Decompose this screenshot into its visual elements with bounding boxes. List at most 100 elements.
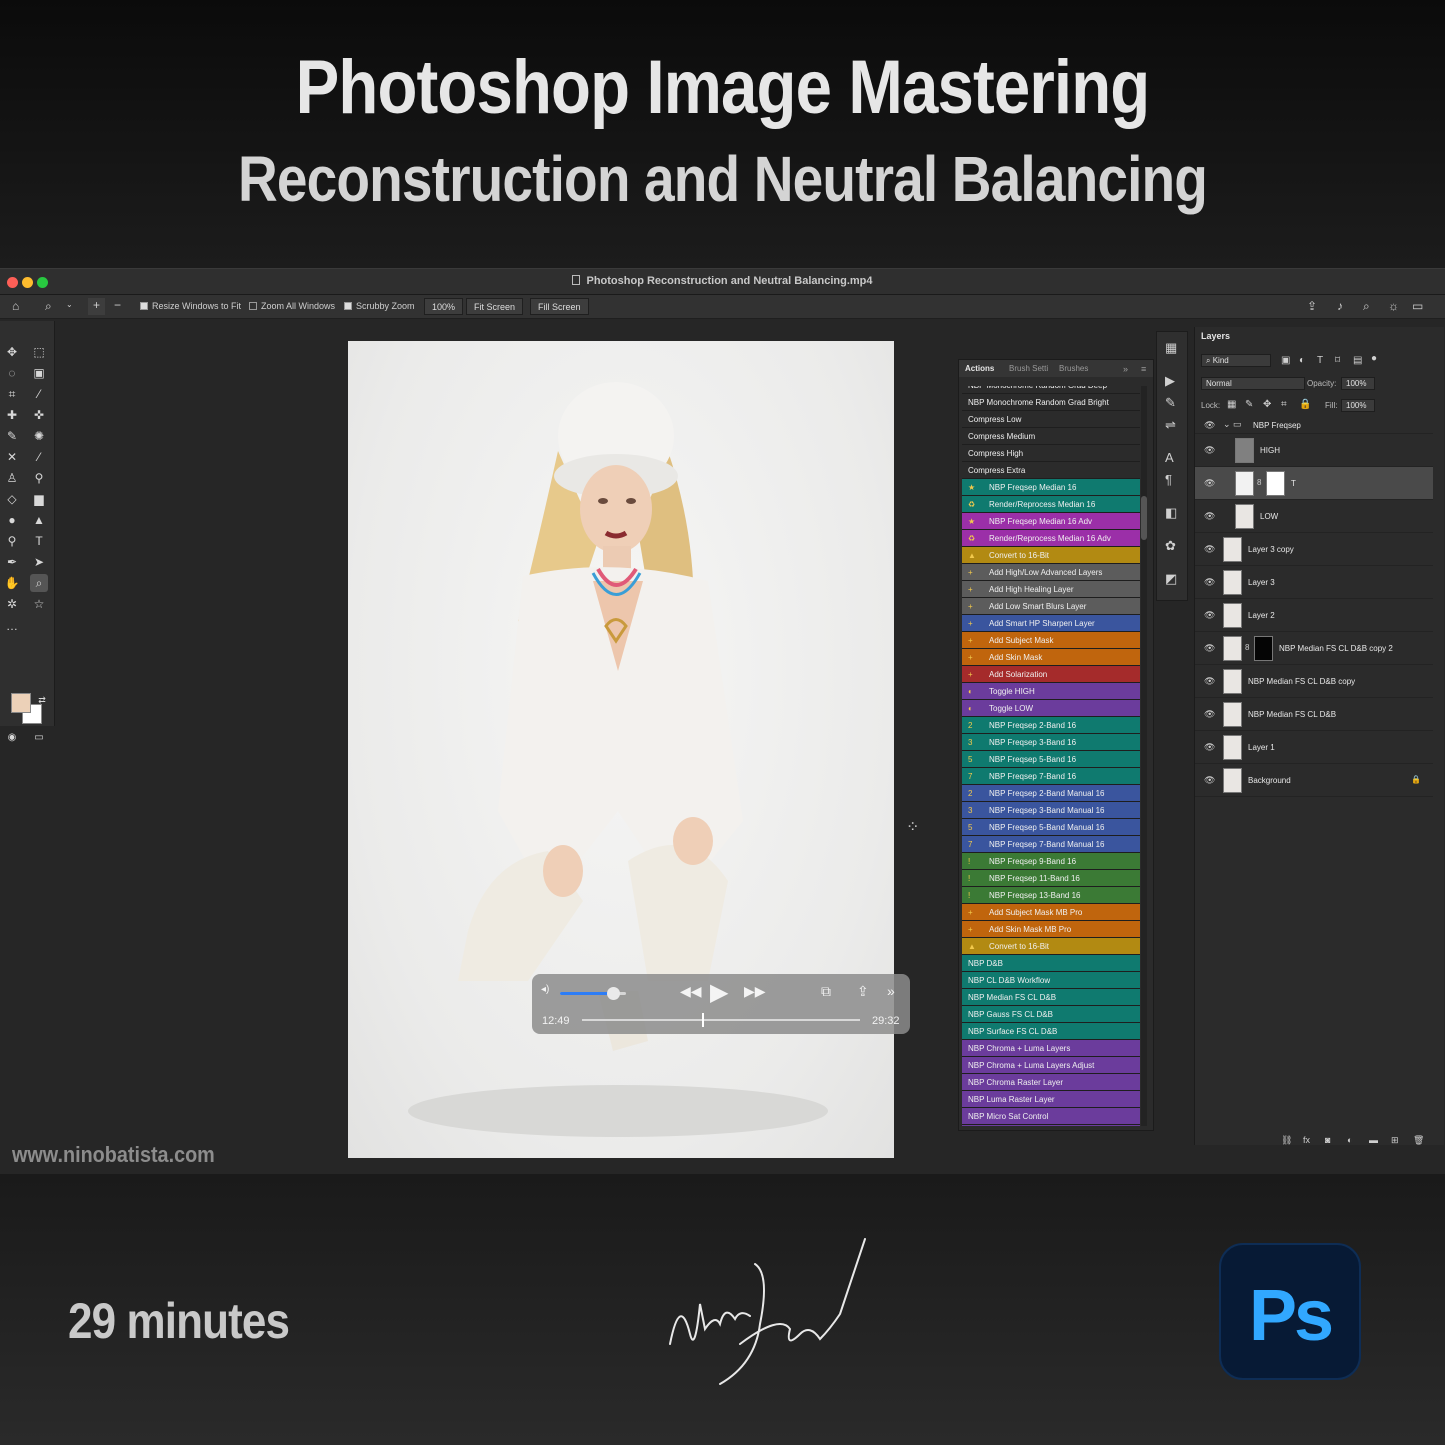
object-select-icon[interactable]: ▣ [30,364,48,382]
canvas-image[interactable] [348,341,894,1158]
visibility-eye-icon[interactable]: 👁 [1204,478,1215,489]
volume-icon[interactable]: ◂) [541,984,549,995]
blend-mode-select[interactable]: Normal [1201,377,1305,390]
visibility-eye-icon[interactable]: 👁 [1204,775,1215,786]
visibility-eye-icon[interactable]: 👁 [1204,420,1215,431]
more-icon[interactable]: » [887,983,895,999]
action-item[interactable]: NBP Chroma Sat Mask Sel [962,1125,1140,1126]
lasso-tool-icon[interactable]: ◌ [3,364,21,382]
filter-toggle-icon[interactable]: ● [1371,353,1377,364]
lock-all-icon[interactable]: 🔒 [1299,399,1311,410]
visibility-eye-icon[interactable]: 👁 [1204,709,1215,720]
visibility-eye-icon[interactable]: 👁 [1204,676,1215,687]
layer-row[interactable]: 👁 ⌄ ▭ NBP Freqsep [1195,417,1433,434]
type-tool-icon[interactable]: T [30,532,48,550]
layer-thumbnail[interactable] [1223,768,1242,793]
new-group-icon[interactable]: ▬ [1369,1135,1378,1145]
action-item[interactable]: NBP CL D&B Workflow [962,972,1140,989]
layer-row[interactable]: 👁 Layer 1 [1195,731,1433,764]
fill-screen-button[interactable]: Fill Screen [530,298,589,315]
visibility-eye-icon[interactable]: 👁 [1204,511,1215,522]
action-item[interactable]: 5 NBP Freqsep 5-Band 16 [962,751,1140,768]
action-item[interactable]: ★ NBP Freqsep Median 16 Adv [962,513,1140,530]
action-item[interactable]: NBP Median FS CL D&B [962,989,1140,1006]
discover-icon[interactable]: ☼ [1388,299,1399,313]
visibility-eye-icon[interactable]: 👁 [1204,742,1215,753]
adjustment-layer-icon[interactable]: ◐ [1347,1135,1352,1145]
action-item[interactable]: Compress Low [962,411,1140,428]
picture-in-picture-icon[interactable]: ⧉ [821,983,831,1000]
action-item[interactable]: NBP Monochrome Random Grad Bright [962,394,1140,411]
layer-thumbnail[interactable] [1223,702,1242,727]
volume-slider[interactable] [560,987,626,1000]
plugin-icon[interactable]: ◩ [1165,571,1177,587]
visibility-eye-icon[interactable]: 👁 [1204,577,1215,588]
search-icon[interactable]: ⌕ [1363,299,1370,314]
mask-link-icon[interactable]: 8 [1257,478,1261,487]
layer-mask-thumbnail[interactable] [1254,636,1273,661]
layer-thumbnail[interactable] [1235,471,1254,496]
chevron-down-icon[interactable]: ⌄ [66,300,73,309]
workspace-icon[interactable]: ▭ [1412,299,1423,313]
layer-mask-thumbnail[interactable] [1266,471,1285,496]
crop-tool-icon[interactable]: ⌗ [3,385,21,403]
layer-row[interactable]: 👁 8 T [1195,467,1433,500]
screen-mode-icon[interactable]: ▭ [30,729,48,747]
layer-thumbnail[interactable] [1223,603,1242,628]
filter-adjustment-icon[interactable]: ◐ [1299,355,1305,366]
grid-icon[interactable]: ▦ [1165,340,1177,356]
action-item[interactable]: ▲ Convert to 16-Bit [962,938,1140,955]
action-item[interactable]: ▲ Convert to 16-Bit [962,547,1140,564]
visibility-eye-icon[interactable]: 👁 [1204,544,1215,555]
lock-pixels-icon[interactable]: ✎ [1245,399,1253,410]
action-item[interactable]: ♻ Render/Reprocess Median 16 [962,496,1140,513]
action-item[interactable]: + Add Subject Mask MB Pro [962,904,1140,921]
checkbox-icon[interactable] [249,302,257,310]
visibility-eye-icon[interactable]: 👁 [1204,643,1215,654]
gradient-tool-icon[interactable]: ▆ [30,490,48,508]
fill-field[interactable]: 100% [1341,399,1375,412]
pattern-stamp-icon[interactable]: ⚲ [30,469,48,487]
action-item[interactable]: ! NBP Freqsep 11-Band 16 [962,870,1140,887]
action-item[interactable]: 3 NBP Freqsep 3-Band 16 [962,734,1140,751]
color-palette-icon[interactable]: ✿ [1165,538,1176,554]
zoom-out-icon[interactable]: − [114,298,121,312]
action-item[interactable]: 7 NBP Freqsep 7-Band 16 [962,768,1140,785]
layer-thumbnail[interactable] [1223,537,1242,562]
play-icon[interactable]: ▶ [710,978,728,1007]
checkbox-icon[interactable] [140,302,148,310]
hand-tool-icon[interactable]: ✋ [3,574,21,592]
fit-screen-button[interactable]: Fit Screen [466,298,524,315]
scrubby-zoom-option[interactable]: Scrubby Zoom [344,301,415,311]
zoom-tool-icon[interactable]: ⌕ [45,299,52,314]
delete-layer-icon[interactable]: 🗑 [1413,1135,1424,1146]
link-layers-icon[interactable]: ⛓ [1281,1135,1292,1146]
adjust-icon[interactable]: ⇌ [1165,417,1176,433]
move-tool-icon[interactable]: ✥ [3,343,21,361]
action-item[interactable]: NBP Luma Raster Layer [962,1091,1140,1108]
clone-stamp-icon[interactable]: ♙ [3,469,21,487]
zoom-all-windows-option[interactable]: Zoom All Windows [249,301,335,311]
add-mask-icon[interactable]: ◙ [1325,1135,1330,1145]
mask-link-icon[interactable]: 8 [1245,643,1249,652]
filter-shape-icon[interactable]: ⌑ [1335,355,1340,366]
layer-row[interactable]: 👁 Layer 2 [1195,599,1433,632]
layer-thumbnail[interactable] [1223,570,1242,595]
spot-heal-icon[interactable]: ✜ [30,406,48,424]
action-item[interactable]: Compress Extra [962,462,1140,479]
actions-play-icon[interactable]: ▶ [1165,373,1175,389]
zoom-percent-field[interactable]: 100% [424,298,464,315]
layer-thumbnail[interactable] [1235,438,1254,463]
action-item[interactable]: NBP Gauss FS CL D&B [962,1006,1140,1023]
action-item[interactable]: + Add Subject Mask [962,632,1140,649]
layer-row[interactable]: 👁 8 NBP Median FS CL D&B copy 2 [1195,632,1433,665]
action-item[interactable]: ◐ Toggle HIGH [962,683,1140,700]
share-icon[interactable]: ⇪ [1307,299,1317,313]
rewind-icon[interactable]: ◀◀ [680,983,702,1000]
eraser-tool-icon[interactable]: ◇ [3,490,21,508]
dodge-tool-icon[interactable]: ⚲ [3,532,21,550]
layer-row[interactable]: 👁 Layer 3 copy [1195,533,1433,566]
healing-brush-icon[interactable]: ✚ [3,406,21,424]
folder-icon[interactable]: ⌄ ▭ [1223,419,1242,430]
opacity-field[interactable]: 100% [1341,377,1375,390]
